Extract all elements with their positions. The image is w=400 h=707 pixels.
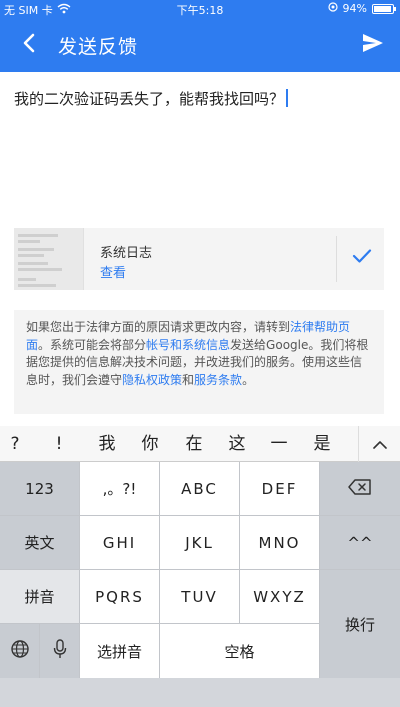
candidate-item[interactable]: 我 xyxy=(92,426,122,462)
include-log-checkbox[interactable] xyxy=(348,244,376,272)
back-button[interactable] xyxy=(0,18,58,72)
page-title: 发送反馈 xyxy=(58,35,139,58)
key-abc[interactable]: ABC xyxy=(160,462,240,516)
system-log-view-link[interactable]: 查看 xyxy=(100,262,126,281)
key-wxyz[interactable]: WXYZ xyxy=(240,570,320,624)
candidate-item[interactable]: 这 xyxy=(222,426,252,462)
candidate-item[interactable]: 你 xyxy=(135,426,165,462)
key-123[interactable]: 123 xyxy=(0,462,80,516)
location-icon xyxy=(327,2,338,15)
backspace-icon xyxy=(348,478,372,499)
terms-of-service-link[interactable]: 服务条款 xyxy=(194,373,242,387)
privacy-policy-link[interactable]: 隐私权政策 xyxy=(122,373,182,387)
system-log-title: 系统日志 xyxy=(100,246,153,261)
key-label: TUV xyxy=(181,587,218,606)
key-label: WXYZ xyxy=(253,587,306,606)
legal-text-5: 。 xyxy=(242,372,255,387)
key-tuv[interactable]: TUV xyxy=(160,570,240,624)
key-punctuation[interactable]: ,。?! xyxy=(80,462,160,516)
feedback-text: 我的二次验证码丢失了，能帮我找回吗？ xyxy=(14,90,285,108)
globe-icon xyxy=(10,639,30,663)
candidate-item[interactable]: 一 xyxy=(264,426,294,462)
key-pinyin[interactable]: 拼音 xyxy=(0,570,80,624)
arrow-back-icon xyxy=(22,33,36,57)
candidate-item[interactable]: ! xyxy=(44,426,74,462)
microphone-key[interactable] xyxy=(40,624,80,678)
legal-text-1: 如果您出于法律方面的原因请求更改内容，请转到 xyxy=(26,320,291,334)
app-bar: 发送反馈 xyxy=(0,18,400,72)
key-pqrs[interactable]: PQRS xyxy=(80,570,160,624)
space-key[interactable]: 空格 xyxy=(160,624,320,678)
key-label: 英文 xyxy=(24,534,55,552)
key-label: DEF xyxy=(261,479,298,498)
feedback-input[interactable]: 我的二次验证码丢失了，能帮我找回吗？ xyxy=(0,72,400,222)
key-label: PQRS xyxy=(95,587,144,606)
key-label: 换行 xyxy=(344,615,375,634)
legal-text-4: 和 xyxy=(182,372,195,387)
candidate-item[interactable]: ? xyxy=(0,426,30,462)
key-label: MNO xyxy=(258,533,301,552)
key-label: 选拼音 xyxy=(96,642,142,661)
enter-key[interactable]: 换行 xyxy=(320,570,400,678)
delete-key[interactable] xyxy=(320,462,400,516)
system-log-card: 系统日志 查看 xyxy=(14,228,384,290)
legal-text-2: 。系统可能会将部分 xyxy=(38,337,147,352)
battery-icon xyxy=(372,3,396,14)
account-info-link[interactable]: 帐号和系统信息 xyxy=(146,338,230,352)
microphone-icon xyxy=(53,639,67,663)
status-bar: 无 SIM 卡 下午5:18 94% xyxy=(0,0,400,18)
send-button[interactable] xyxy=(358,30,388,60)
battery-percent: 94% xyxy=(342,2,367,15)
keyboard: ? ! 我 你 在 这 一 是 123 ,。?! ABC DEF 英文 GHI … xyxy=(0,426,400,707)
key-jkl[interactable]: JKL xyxy=(160,516,240,570)
globe-key[interactable] xyxy=(0,624,40,678)
send-icon xyxy=(362,33,384,57)
key-mno[interactable]: MNO xyxy=(240,516,320,570)
key-label: 空格 xyxy=(224,642,255,661)
legal-notice: 如果您出于法律方面的原因请求更改内容，请转到法律帮助页面。系统可能会将部分帐号和… xyxy=(14,310,384,414)
app-header: 无 SIM 卡 下午5:18 94% 发送反馈 xyxy=(0,0,400,72)
key-emoticon[interactable]: ^^ xyxy=(320,516,400,570)
system-log-thumbnail xyxy=(14,228,84,290)
key-label: 拼音 xyxy=(24,588,55,606)
check-icon xyxy=(352,248,372,268)
key-ghi[interactable]: GHI xyxy=(80,516,160,570)
chevron-up-icon xyxy=(372,435,388,454)
collapse-candidates-button[interactable] xyxy=(358,426,400,462)
candidate-bar: ? ! 我 你 在 这 一 是 xyxy=(0,426,400,462)
candidate-item[interactable]: 在 xyxy=(179,426,209,462)
key-def[interactable]: DEF xyxy=(240,462,320,516)
divider xyxy=(336,236,337,282)
key-label: ABC xyxy=(181,479,218,498)
key-label: GHI xyxy=(102,533,137,552)
key-label: JKL xyxy=(185,533,214,552)
candidate-item[interactable]: 是 xyxy=(307,426,337,462)
key-label: ^^ xyxy=(347,533,373,552)
text-cursor xyxy=(286,89,289,107)
key-select-pinyin[interactable]: 选拼音 xyxy=(80,624,160,678)
key-label: 123 xyxy=(25,479,54,498)
key-label: ,。?! xyxy=(102,480,137,498)
key-english[interactable]: 英文 xyxy=(0,516,80,570)
